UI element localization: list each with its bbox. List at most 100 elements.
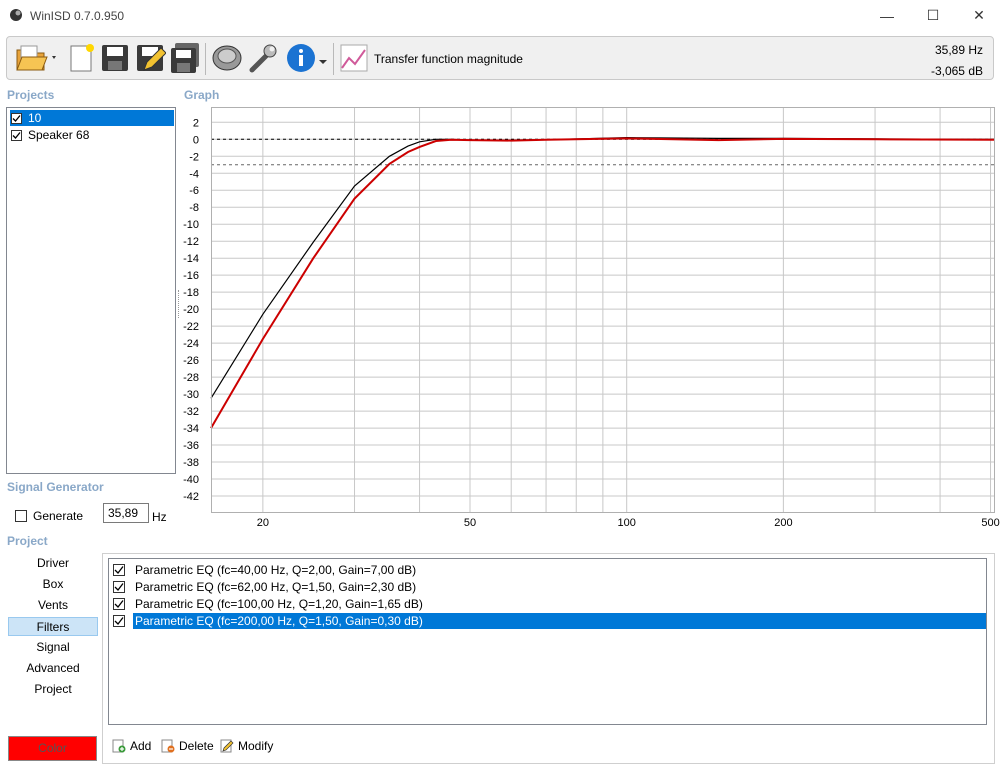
modify-filter-button[interactable]: Modify (220, 737, 273, 755)
frequency-unit-label: Hz (152, 510, 167, 524)
y-tick-label: -22 (183, 321, 199, 333)
filter-label: Parametric EQ (fc=200,00 Hz, Q=1,50, Gai… (133, 613, 986, 629)
y-tick-label: -4 (189, 168, 199, 180)
project-section-title: Project (7, 534, 48, 548)
chart-svg: 20-2-4-6-8-10-12-14-16-18-20-22-24-26-28… (183, 107, 1000, 529)
speaker-driver-icon (212, 45, 242, 71)
save-button[interactable] (99, 42, 131, 74)
info-button[interactable] (285, 42, 317, 74)
delete-filter-button[interactable]: Delete (161, 737, 214, 755)
filter-item[interactable]: Parametric EQ (fc=62,00 Hz, Q=1,50, Gain… (112, 579, 986, 595)
add-filter-button[interactable]: Add (112, 737, 151, 755)
y-tick-label: -2 (189, 151, 199, 163)
cursor-level-readout: -3,065 dB (930, 64, 983, 78)
y-tick-label: -10 (183, 219, 199, 231)
window-title: WinISD 0.7.0.950 (30, 9, 125, 23)
x-tick-label: 50 (464, 517, 476, 529)
generate-checkbox-row[interactable]: Generate (14, 509, 83, 523)
nav-box[interactable]: Box (8, 575, 98, 594)
filter-checkbox[interactable] (113, 598, 125, 610)
info-dropdown-button[interactable] (319, 55, 327, 64)
y-tick-label: -24 (183, 338, 199, 350)
filter-item[interactable]: Parametric EQ (fc=100,00 Hz, Q=1,20, Gai… (112, 596, 986, 612)
close-button[interactable]: ✕ (956, 0, 1002, 31)
project-checkbox[interactable] (11, 112, 22, 124)
project-item-speaker-68[interactable]: Speaker 68 (10, 127, 174, 143)
splitter-handle[interactable] (178, 290, 182, 318)
toolbar-separator (205, 43, 206, 75)
y-tick-label: -28 (183, 372, 199, 384)
new-document-icon (70, 44, 94, 72)
save-all-button[interactable] (169, 42, 201, 74)
minimize-button[interactable]: — (864, 0, 910, 31)
edit-pencil-icon (220, 739, 234, 753)
delete-label: Delete (179, 739, 214, 753)
x-tick-label: 100 (618, 517, 636, 529)
project-color-button[interactable]: Color (8, 736, 97, 761)
graph-type-label: Transfer function magnitude (374, 52, 523, 66)
add-label: Add (130, 739, 152, 753)
nav-filters[interactable]: Filters (8, 617, 98, 636)
y-tick-label: -14 (183, 253, 199, 265)
filter-item-selected[interactable]: Parametric EQ (fc=200,00 Hz, Q=1,50, Gai… (112, 613, 986, 629)
title-bar: WinISD 0.7.0.950 — ☐ ✕ (0, 0, 1002, 31)
open-folder-icon (16, 45, 56, 71)
checkmark-icon (114, 600, 124, 608)
open-button[interactable] (15, 42, 59, 74)
project-label: 10 (28, 111, 42, 125)
y-tick-label: 0 (193, 134, 199, 146)
x-tick-label: 20 (257, 517, 269, 529)
y-tick-label: -32 (183, 406, 199, 418)
filter-checkbox[interactable] (113, 564, 125, 576)
signal-generator-title: Signal Generator (7, 480, 104, 494)
filter-checkbox[interactable] (113, 581, 125, 593)
cursor-frequency-readout: 35,89 Hz (934, 43, 983, 57)
filter-item[interactable]: Parametric EQ (fc=40,00 Hz, Q=2,00, Gain… (112, 562, 986, 578)
projects-title: Projects (7, 88, 55, 102)
y-tick-label: -36 (183, 440, 199, 452)
checkmark-icon (114, 583, 124, 591)
generate-checkbox[interactable] (15, 510, 27, 522)
graph-view-button[interactable] (338, 42, 370, 74)
maximize-button[interactable]: ☐ (910, 0, 956, 31)
y-tick-label: -16 (183, 270, 199, 282)
projects-list: 10 Speaker 68 (6, 107, 176, 474)
filter-label: Parametric EQ (fc=62,00 Hz, Q=1,50, Gain… (135, 580, 417, 594)
checkmark-icon (12, 114, 21, 122)
x-tick-label: 500 (981, 517, 999, 529)
app-logo-icon (10, 9, 22, 21)
filter-label: Parametric EQ (fc=40,00 Hz, Q=2,00, Gain… (135, 563, 417, 577)
filter-label: Parametric EQ (fc=100,00 Hz, Q=1,20, Gai… (135, 597, 423, 611)
toolbar-separator (333, 43, 334, 75)
nav-advanced[interactable]: Advanced (8, 659, 98, 678)
generator-frequency-input[interactable] (103, 503, 149, 523)
nav-vents[interactable]: Vents (8, 596, 98, 615)
y-tick-label: -20 (183, 304, 199, 316)
nav-driver[interactable]: Driver (8, 554, 98, 573)
save-as-button[interactable] (134, 42, 166, 74)
graph-icon (340, 44, 368, 72)
nav-project[interactable]: Project (8, 680, 98, 699)
toolbar: Transfer function magnitude 35,89 Hz -3,… (6, 36, 994, 80)
project-checkbox[interactable] (11, 129, 22, 141)
nav-signal[interactable]: Signal (8, 638, 98, 657)
new-button[interactable] (65, 42, 97, 74)
filter-list: Parametric EQ (fc=40,00 Hz, Q=2,00, Gain… (108, 558, 987, 725)
filter-checkbox[interactable] (113, 615, 125, 627)
tools-button[interactable] (247, 42, 279, 74)
wrench-icon (249, 44, 277, 73)
save-all-icon (171, 43, 199, 73)
y-tick-label: -8 (189, 202, 199, 214)
y-tick-label: -40 (183, 474, 199, 486)
add-icon (112, 739, 126, 753)
save-as-icon (137, 45, 166, 71)
graph-title: Graph (184, 88, 220, 102)
y-tick-label: 2 (193, 117, 199, 129)
delete-icon (161, 739, 175, 753)
driver-editor-button[interactable] (211, 42, 243, 74)
x-tick-label: 200 (774, 517, 792, 529)
y-tick-label: -18 (183, 287, 199, 299)
project-item-10[interactable]: 10 (10, 110, 174, 126)
y-tick-label: -30 (183, 389, 199, 401)
transfer-function-chart: 2 0 -2 -4 -6 -8 -10 -12 -14 -16 -18 -20 -22 -24 -26 -28… (183, 107, 1000, 529)
